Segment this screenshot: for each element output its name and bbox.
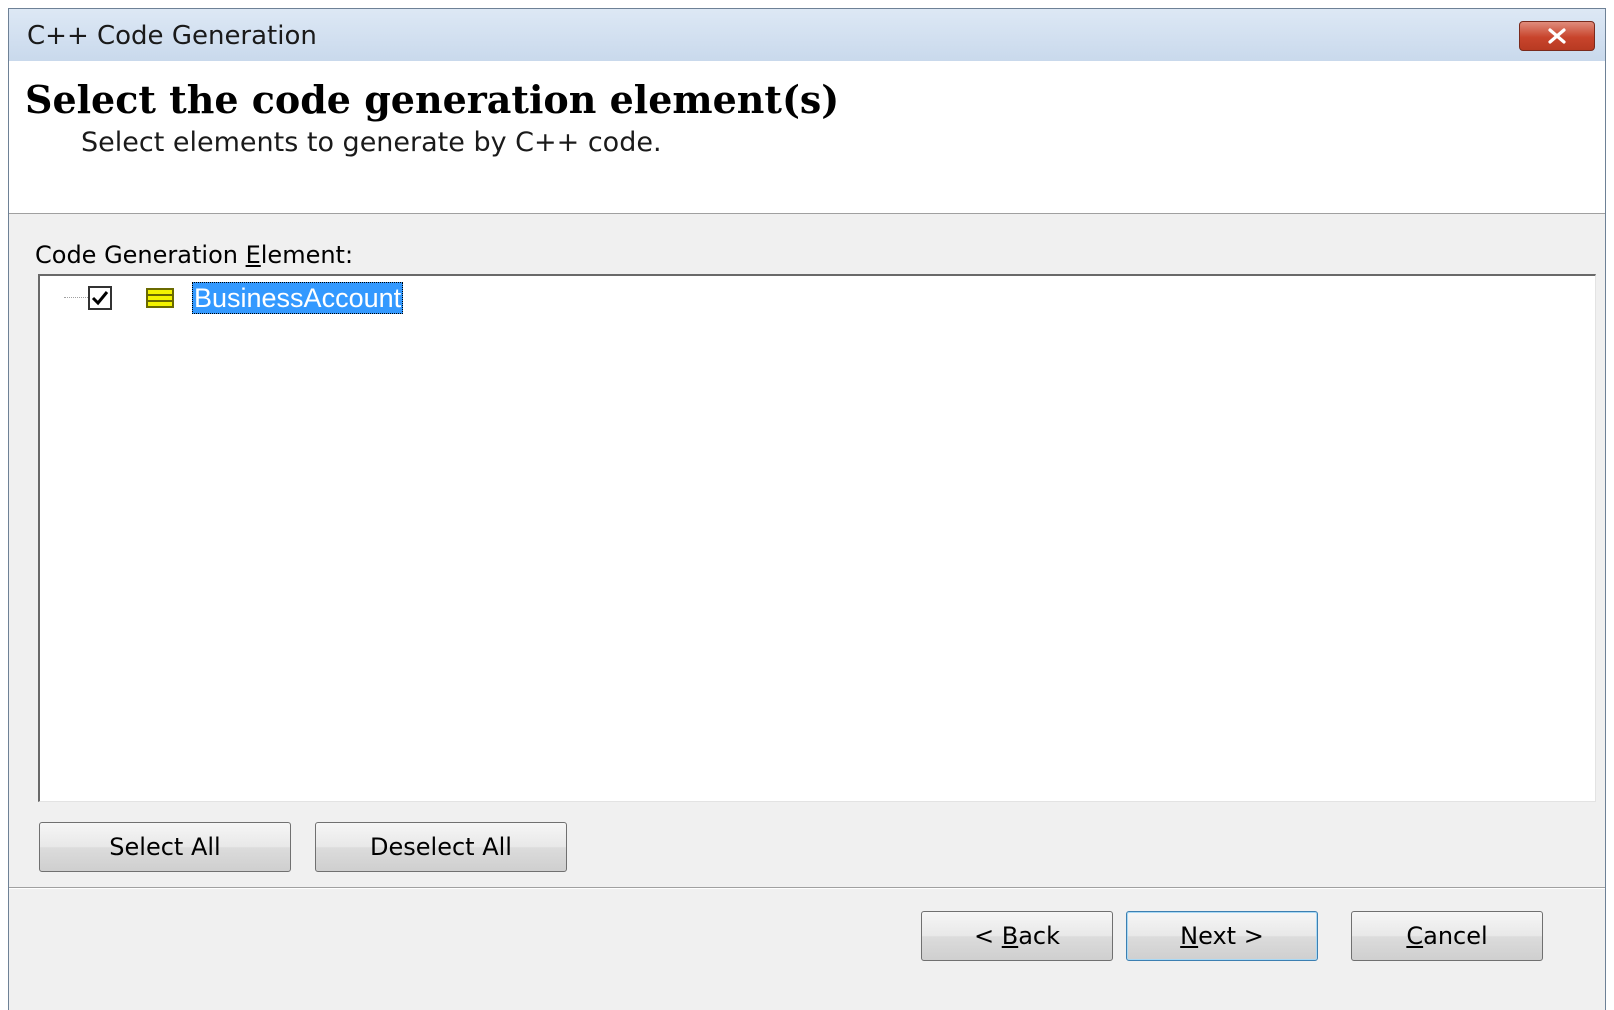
window-title: C++ Code Generation xyxy=(27,21,317,51)
checkmark-icon xyxy=(91,291,109,306)
footer-separator xyxy=(9,887,1605,889)
tree-item-label[interactable]: BusinessAccount xyxy=(192,282,404,314)
close-button[interactable] xyxy=(1519,21,1595,51)
tree-item-checkbox[interactable] xyxy=(88,286,112,310)
tree-item[interactable]: BusinessAccount xyxy=(40,282,1595,314)
wizard-header: Select the code generation element(s) Se… xyxy=(9,61,1605,214)
element-tree[interactable]: BusinessAccount xyxy=(38,274,1596,802)
close-icon xyxy=(1548,28,1566,44)
cancel-button[interactable]: Cancel xyxy=(1351,911,1543,961)
page-title: Select the code generation element(s) xyxy=(25,77,840,122)
dialog-window: C++ Code Generation Select the code gene… xyxy=(8,8,1606,1010)
deselect-all-button[interactable]: Deselect All xyxy=(315,822,567,872)
back-button[interactable]: < Back xyxy=(921,911,1113,961)
title-bar: C++ Code Generation xyxy=(9,9,1605,61)
next-button[interactable]: Next > xyxy=(1126,911,1318,961)
page-subtitle: Select elements to generate by C++ code. xyxy=(81,127,662,158)
element-list-label: Code Generation Element: xyxy=(35,241,354,269)
class-icon xyxy=(146,288,174,308)
select-all-button[interactable]: Select All xyxy=(39,822,291,872)
tree-connector xyxy=(64,297,88,298)
